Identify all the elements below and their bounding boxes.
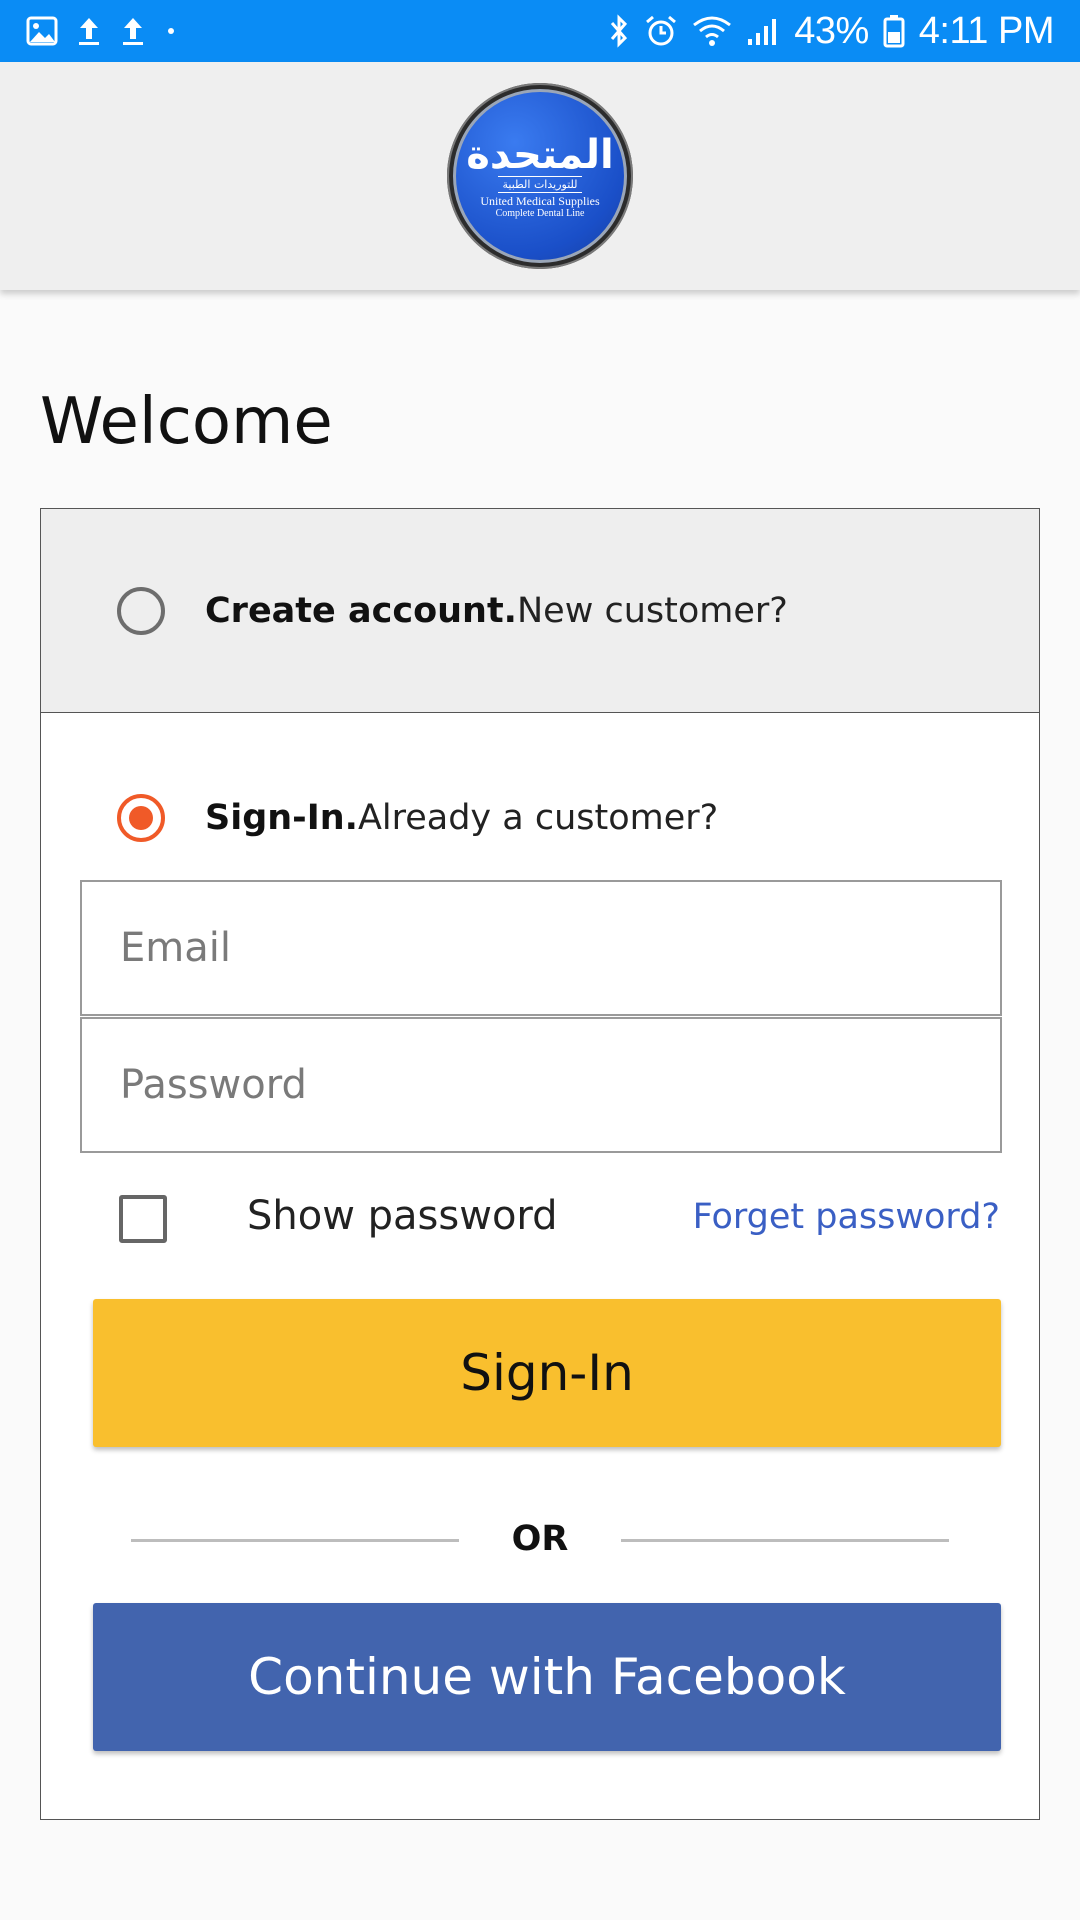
auth-card: Create account.New customer? Sign-In.Alr… (40, 508, 1040, 1820)
password-field-box (80, 1017, 1002, 1153)
show-password-label[interactable]: Show password (247, 1193, 558, 1239)
sign-in-bold: Sign-In. (205, 798, 358, 838)
or-divider: OR (41, 1509, 1039, 1569)
sign-in-radio[interactable] (117, 794, 165, 842)
status-right: 43% 4:11 PM (608, 9, 1055, 53)
upload-icon (120, 15, 146, 47)
email-field-box (80, 880, 1002, 1016)
password-options-row: Show password Forget password? (41, 1169, 1039, 1269)
battery-percent: 43% (794, 9, 869, 52)
page-title: Welcome (40, 385, 333, 459)
show-password-checkbox[interactable] (119, 1195, 167, 1243)
signal-icon (746, 15, 780, 47)
logo-badge: المتحدة للتوريدات الطبية United Medical … (453, 89, 627, 263)
create-account-text: New customer? (516, 590, 788, 631)
logo-english-name: United Medical Supplies (480, 193, 600, 208)
image-icon (26, 16, 58, 46)
wifi-icon (692, 15, 732, 47)
status-bar: 43% 4:11 PM (0, 0, 1080, 62)
create-account-option[interactable]: Create account.New customer? (41, 509, 1039, 713)
alarm-icon (644, 14, 678, 48)
bluetooth-icon (608, 14, 630, 48)
create-account-label: Create account.New customer? (205, 591, 788, 631)
upload-icon (76, 15, 102, 47)
logo-tagline: Complete Dental Line (495, 207, 585, 219)
email-input[interactable] (120, 882, 1000, 1014)
password-input[interactable] (120, 1019, 1000, 1151)
logo-arabic-name: المتحدة (466, 131, 614, 178)
sign-in-label: Sign-In.Already a customer? (205, 798, 718, 838)
create-account-radio[interactable] (117, 586, 165, 635)
brand-logo: المتحدة للتوريدات الطبية United Medical … (447, 83, 633, 269)
divider-line-right (621, 1539, 949, 1542)
create-account-bold: Create account. (205, 590, 517, 631)
dot-icon (164, 24, 178, 38)
app-header: المتحدة للتوريدات الطبية United Medical … (0, 62, 1080, 290)
clock: 4:11 PM (918, 9, 1055, 52)
sign-in-text: Already a customer? (357, 798, 719, 838)
facebook-login-button[interactable]: Continue with Facebook (93, 1603, 1001, 1751)
status-left (26, 15, 178, 47)
logo-arabic-subtitle: للتوريدات الطبية (498, 175, 582, 193)
forgot-password-link[interactable]: Forget password? (693, 1197, 1000, 1237)
sign-in-button[interactable]: Sign-In (93, 1299, 1001, 1447)
battery-icon (883, 14, 905, 48)
